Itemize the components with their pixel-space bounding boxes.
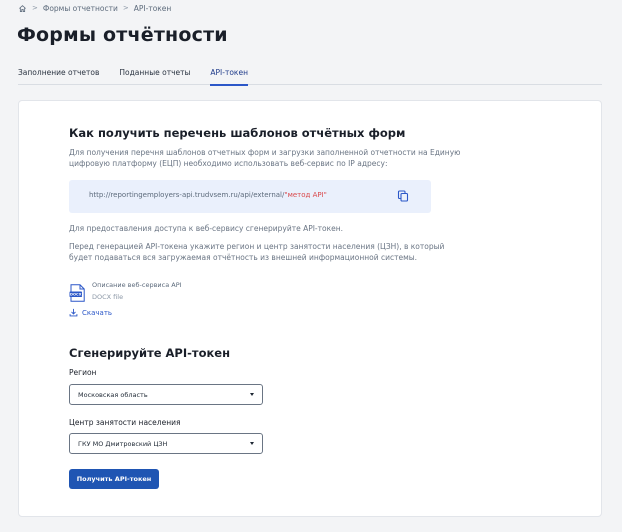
docx-file-icon: DOCX: [69, 284, 85, 302]
chevron-down-icon: [250, 442, 254, 445]
center-label: Центр занятости населения: [69, 418, 181, 427]
breadcrumb-item-api-token: API-токен: [133, 3, 172, 13]
region-label: Регион: [69, 368, 97, 377]
page-title: Формы отчётности: [17, 24, 228, 46]
breadcrumb-separator: >: [122, 4, 129, 12]
download-label: Скачать: [82, 308, 113, 317]
copy-icon[interactable]: [396, 189, 410, 203]
breadcrumb-item-reports[interactable]: Формы отчетности: [43, 4, 118, 13]
info-description: Для получения перечня шаблонов отчетных …: [69, 148, 461, 168]
download-icon: [69, 308, 78, 317]
docx-badge-label: DOCX: [70, 293, 82, 297]
file-name: Описание веб-сервиса API: [92, 281, 182, 289]
api-url-method: "метод API": [284, 191, 327, 199]
employment-center-select[interactable]: ГКУ МО Дмитровский ЦЗН: [69, 433, 263, 454]
chevron-down-icon: [250, 393, 254, 396]
api-url-box: http://reportingemployers-api.trudvsem.r…: [69, 180, 431, 213]
breadcrumb-separator: >: [32, 4, 38, 12]
download-link[interactable]: Скачать: [69, 308, 112, 317]
employment-center-select-value: ГКУ МО Дмитровский ЦЗН: [78, 439, 168, 448]
file-type: DOCX file: [92, 293, 124, 301]
tab-fill-reports[interactable]: Заполнение отчетов: [18, 66, 99, 85]
api-url-prefix: http://reportingemployers-api.trudvsem.r…: [89, 191, 285, 199]
region-select-value: Московская область: [78, 390, 148, 399]
tab-bar: Заполнение отчетов Поданные отчеты API-т…: [18, 66, 602, 86]
breadcrumb: > Формы отчетности > API-токен: [18, 3, 171, 13]
region-note: Перед генерацией API-токена укажите реги…: [69, 242, 445, 262]
api-token-card: Как получить перечень шаблонов отчётных …: [18, 100, 602, 517]
get-api-token-button[interactable]: Получить API-токен: [69, 469, 159, 489]
region-select[interactable]: Московская область: [69, 384, 263, 405]
tab-api-token[interactable]: API-токен: [210, 66, 248, 86]
info-section-title: Как получить перечень шаблонов отчётных …: [69, 126, 406, 140]
generate-section-title: Сгенерируйте API-токен: [69, 346, 231, 360]
home-icon[interactable]: [18, 4, 27, 13]
tab-submitted-reports[interactable]: Поданные отчеты: [119, 66, 190, 85]
access-text: Для предоставления доступа к веб-сервису…: [69, 224, 344, 233]
api-url: http://reportingemployers-api.trudvsem.r…: [89, 191, 327, 199]
